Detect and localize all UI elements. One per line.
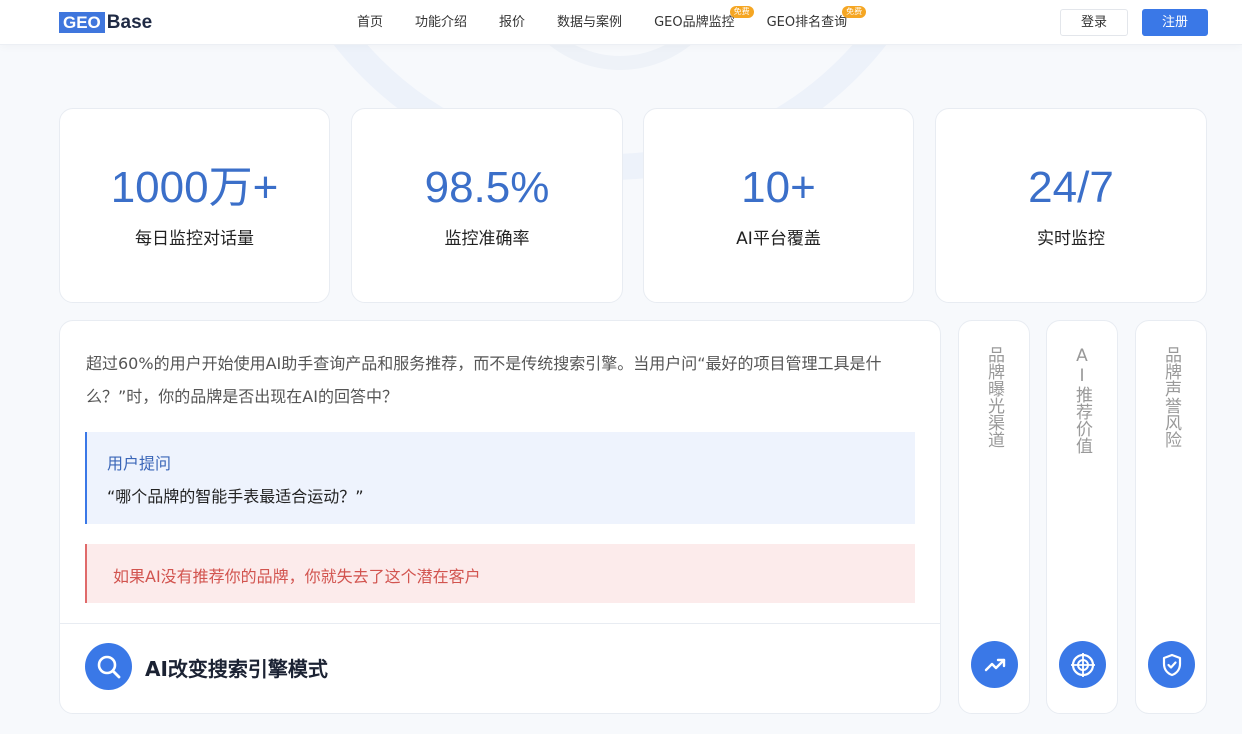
site-logo[interactable]: GEO Base [59, 11, 152, 33]
stat-card-accuracy: 98.5% 监控准确率 [351, 108, 623, 303]
stat-label: 每日监控对话量 [135, 229, 254, 249]
stat-value: 98.5% [424, 163, 550, 212]
stat-value: 10+ [741, 163, 816, 212]
nav-item-cases[interactable]: 数据与案例 [541, 0, 638, 45]
stat-card-realtime: 24/7 实时监控 [935, 108, 1207, 303]
register-button[interactable]: 注册 [1142, 9, 1208, 36]
nav-item-rank-query[interactable]: GEO排名查询 免费 [751, 0, 867, 45]
divider [60, 623, 940, 624]
stat-card-platform-coverage: 10+ AI平台覆盖 [643, 108, 914, 303]
side-tab-ai-value[interactable]: AI推荐价值 [1046, 320, 1118, 714]
nav-item-label: 报价 [499, 15, 526, 30]
stat-label: AI平台覆盖 [736, 229, 821, 249]
feature-detail-card: 超过60%的用户开始使用AI助手查询产品和服务推荐，而不是传统搜索引擎。当用户问… [59, 320, 941, 714]
logo-geo-mark: GEO [59, 11, 105, 33]
nav-item-label: 数据与案例 [557, 15, 623, 30]
intro-paragraph: 超过60%的用户开始使用AI助手查询产品和服务推荐，而不是传统搜索引擎。当用户问… [86, 354, 882, 406]
trending-up-icon [971, 641, 1018, 688]
main-nav: 首页 功能介绍 报价 数据与案例 GEO品牌监控 免费 GEO排名查询 免费 [341, 0, 867, 45]
target-icon [1059, 641, 1106, 688]
nav-item-label: GEO排名查询 [766, 15, 848, 30]
side-tab-label: 品牌声誉风险 [1161, 346, 1181, 448]
side-tab-label: 品牌曝光渠道 [984, 346, 1004, 448]
stat-card-daily-conversations: 1000万+ 每日监控对话量 [59, 108, 330, 303]
free-badge: 免费 [842, 6, 867, 18]
warning-text: 如果AI没有推荐你的品牌，你就失去了这个潜在客户 [113, 567, 481, 586]
shield-check-icon [1148, 641, 1195, 688]
nav-item-brand-monitor[interactable]: GEO品牌监控 免费 [638, 0, 754, 45]
stat-label: 监控准确率 [444, 229, 530, 249]
stat-label: 实时监控 [1037, 229, 1105, 249]
search-icon [85, 643, 132, 690]
warning-callout: 如果AI没有推荐你的品牌，你就失去了这个潜在客户 [85, 544, 915, 603]
user-question-callout: 用户提问 “哪个品牌的智能手表最适合运动？” [85, 432, 915, 524]
feature-title: AI改变搜索引擎模式 [145, 657, 328, 681]
side-tab-label: AI推荐价值 [1072, 346, 1092, 454]
stat-value: 24/7 [1028, 163, 1114, 212]
top-nav-bar: GEO Base 首页 功能介绍 报价 数据与案例 GEO品牌监控 免费 GEO… [0, 0, 1242, 45]
side-tab-reputation-risk[interactable]: 品牌声誉风险 [1135, 320, 1207, 714]
side-tab-brand-exposure[interactable]: 品牌曝光渠道 [958, 320, 1030, 714]
nav-item-features[interactable]: 功能介绍 [399, 0, 483, 45]
nav-item-label: 功能介绍 [415, 15, 468, 30]
quote-label: 用户提问 [107, 454, 172, 473]
nav-item-pricing[interactable]: 报价 [483, 0, 541, 45]
nav-item-label: GEO品牌监控 [654, 15, 735, 30]
nav-item-label: 首页 [357, 15, 384, 30]
quote-text: “哪个品牌的智能手表最适合运动？” [107, 487, 364, 506]
logo-base-text: Base [106, 11, 153, 33]
login-button[interactable]: 登录 [1060, 9, 1128, 36]
nav-item-home[interactable]: 首页 [341, 0, 399, 45]
stat-value: 1000万+ [110, 163, 279, 212]
